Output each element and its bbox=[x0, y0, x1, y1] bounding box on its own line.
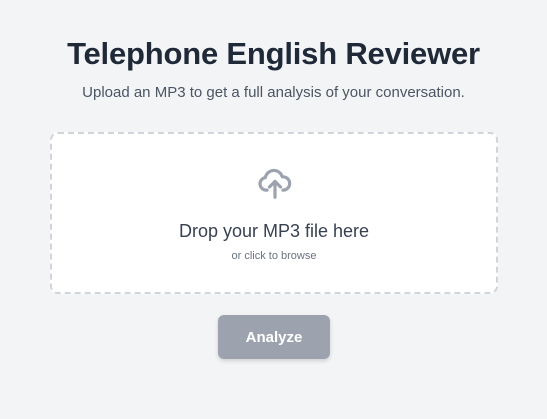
dropzone-title: Drop your MP3 file here bbox=[178, 221, 370, 241]
file-dropzone[interactable]: Drop your MP3 file here or click to brow… bbox=[50, 132, 498, 294]
page-title: Telephone English Reviewer bbox=[67, 36, 480, 71]
dropzone-hint: or click to browse bbox=[231, 250, 317, 262]
cloud-upload-icon bbox=[258, 168, 292, 199]
analyze-button[interactable]: Analyze bbox=[218, 315, 330, 359]
page-subtitle: Upload an MP3 to get a full analysis of … bbox=[82, 84, 465, 101]
